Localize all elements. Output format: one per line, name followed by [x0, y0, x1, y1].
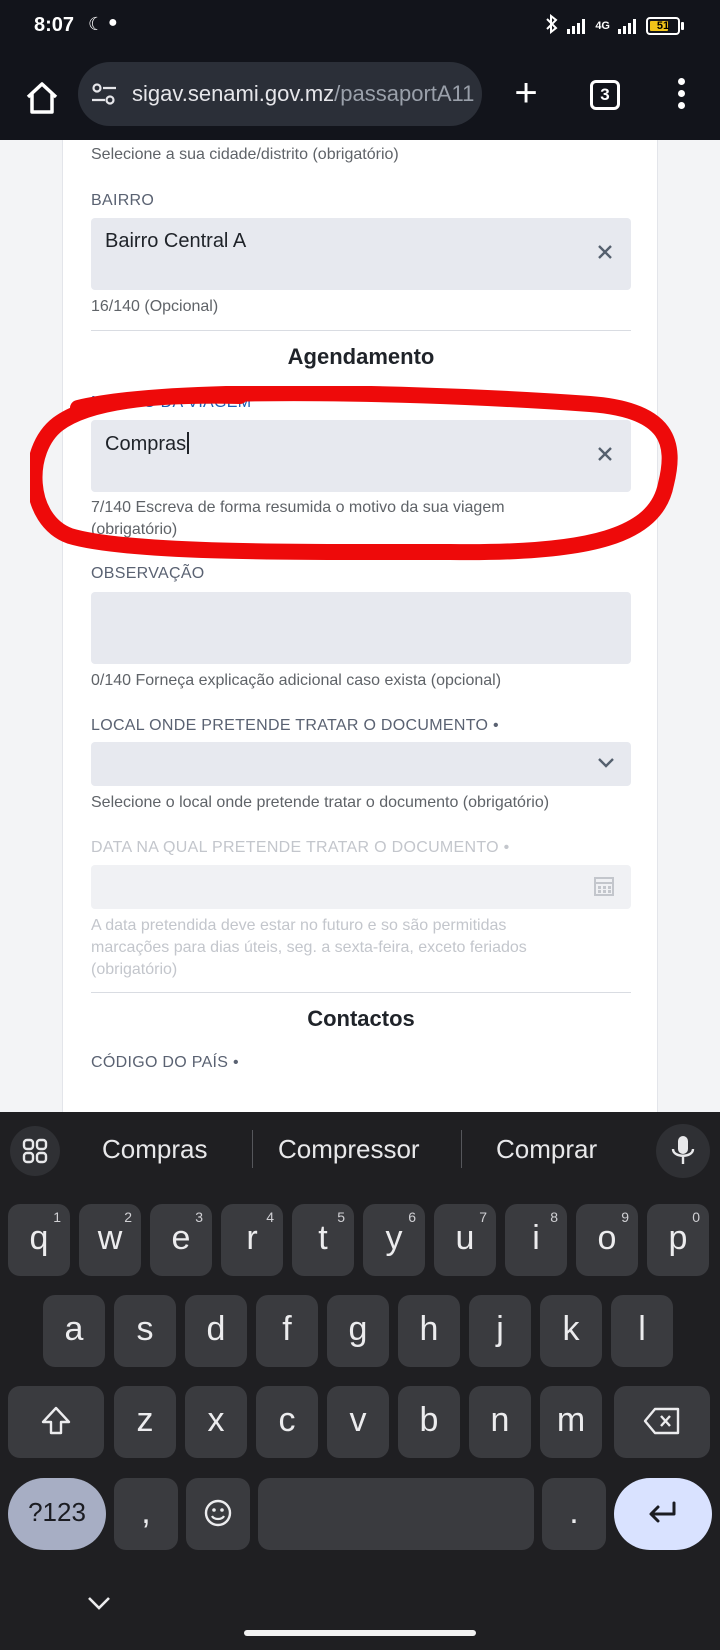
- more-menu-icon[interactable]: [672, 78, 690, 112]
- bairro-value: Bairro Central A: [105, 230, 247, 252]
- key-x[interactable]: x: [185, 1386, 247, 1458]
- clear-close-icon[interactable]: [595, 444, 615, 464]
- calendar-icon: [593, 875, 615, 897]
- data-helper-2: marcações para dias úteis, seg. a sexta-…: [91, 939, 527, 956]
- section-title-contactos: Contactos: [307, 1006, 415, 1031]
- hide-keyboard-chevron-down-icon[interactable]: [86, 1594, 112, 1612]
- suggestion-strip: Compras Compressor Comprar: [0, 1112, 720, 1188]
- browser-toolbar: sigav.senami.gov.mz/passaportA11 + 3: [0, 56, 720, 140]
- navigation-bar: [0, 1574, 720, 1650]
- status-bar: 8:07 ☾ ● 4G 51: [0, 0, 720, 56]
- divider: [91, 992, 631, 993]
- emoji-key[interactable]: [186, 1478, 250, 1550]
- network-type: 4G: [595, 19, 610, 32]
- section-title-agendamento: Agendamento: [287, 344, 435, 369]
- web-page: Selecione a sua cidade/distrito (obrigat…: [0, 140, 720, 1112]
- key-a[interactable]: a: [43, 1295, 105, 1367]
- backspace-key[interactable]: [614, 1386, 710, 1458]
- suggestion-3[interactable]: Comprar: [496, 1134, 597, 1165]
- bairro-input[interactable]: Bairro Central A: [91, 218, 631, 290]
- key-k[interactable]: k: [540, 1295, 602, 1367]
- observacao-label: OBSERVAÇÃO: [91, 565, 205, 582]
- key-i[interactable]: i8: [505, 1204, 567, 1276]
- local-label: LOCAL ONDE PRETENDE TRATAR O DOCUMENTO •: [91, 717, 499, 734]
- motivo-value: Compras: [105, 432, 190, 456]
- key-t[interactable]: t5: [292, 1204, 354, 1276]
- space-key[interactable]: [258, 1478, 534, 1550]
- battery-level: 51: [656, 19, 670, 32]
- city-helper: Selecione a sua cidade/distrito (obrigat…: [91, 146, 399, 163]
- data-helper-3: (obrigatório): [91, 961, 178, 978]
- date-picker[interactable]: [91, 865, 631, 909]
- enter-key[interactable]: [614, 1478, 712, 1550]
- key-w[interactable]: w2: [79, 1204, 141, 1276]
- signal-icon-2: [618, 18, 638, 34]
- key-s[interactable]: s: [114, 1295, 176, 1367]
- chevron-down-icon: [597, 756, 615, 770]
- key-z[interactable]: z: [114, 1386, 176, 1458]
- observacao-input[interactable]: [91, 592, 631, 664]
- new-tab-plus-icon[interactable]: +: [508, 73, 544, 113]
- signal-icon: [567, 18, 587, 34]
- motivo-helper: 7/140 Escreva de forma resumida o motivo…: [91, 499, 505, 516]
- key-h[interactable]: h: [398, 1295, 460, 1367]
- key-d[interactable]: d: [185, 1295, 247, 1367]
- key-e[interactable]: e3: [150, 1204, 212, 1276]
- symbols-key[interactable]: ?123: [8, 1478, 106, 1550]
- key-b[interactable]: b: [398, 1386, 460, 1458]
- battery-icon: 51: [646, 16, 684, 35]
- key-g[interactable]: g: [327, 1295, 389, 1367]
- observacao-helper: 0/140 Forneça explicação adicional caso …: [91, 672, 502, 689]
- suggestion-1[interactable]: Compras: [102, 1134, 207, 1165]
- bairro-helper: 16/140 (Opcional): [91, 298, 219, 315]
- home-icon[interactable]: [22, 78, 62, 118]
- period-key[interactable]: .: [542, 1478, 606, 1550]
- key-j[interactable]: j: [469, 1295, 531, 1367]
- dnd-moon-icon: ☾: [88, 14, 105, 34]
- motivo-label: MOTIVO DA VIAGEM: [91, 394, 252, 411]
- key-o[interactable]: o9: [576, 1204, 638, 1276]
- site-settings-icon[interactable]: [90, 80, 118, 108]
- key-m[interactable]: m: [540, 1386, 602, 1458]
- motivo-input[interactable]: Compras: [91, 420, 631, 492]
- microphone-icon[interactable]: [656, 1124, 710, 1178]
- bairro-label: BAIRRO: [91, 192, 155, 209]
- shift-key[interactable]: [8, 1386, 104, 1458]
- address-bar[interactable]: sigav.senami.gov.mz/passaportA11: [78, 62, 482, 126]
- clear-close-icon[interactable]: [595, 242, 615, 262]
- key-r[interactable]: r4: [221, 1204, 283, 1276]
- key-q[interactable]: q1: [8, 1204, 70, 1276]
- local-select[interactable]: [91, 742, 631, 786]
- comma-key[interactable]: ,: [114, 1478, 178, 1550]
- url-path: /passaportA11: [334, 81, 475, 106]
- key-c[interactable]: c: [256, 1386, 318, 1458]
- key-p[interactable]: p0: [647, 1204, 709, 1276]
- key-v[interactable]: v: [327, 1386, 389, 1458]
- data-label: DATA NA QUAL PRETENDE TRATAR O DOCUMENTO…: [91, 839, 510, 856]
- suggestion-2[interactable]: Compressor: [278, 1134, 420, 1165]
- tab-switcher-button[interactable]: 3: [590, 80, 620, 110]
- codigo-label: CÓDIGO DO PAÍS •: [91, 1054, 239, 1071]
- keyboard-apps-grid-icon[interactable]: [10, 1126, 60, 1176]
- key-y[interactable]: y6: [363, 1204, 425, 1276]
- key-n[interactable]: n: [469, 1386, 531, 1458]
- divider: [91, 330, 631, 331]
- key-l[interactable]: l: [611, 1295, 673, 1367]
- key-u[interactable]: u7: [434, 1204, 496, 1276]
- key-f[interactable]: f: [256, 1295, 318, 1367]
- status-icons: 4G 51: [545, 13, 684, 37]
- chat-notification-icon: ●: [108, 14, 118, 31]
- bluetooth-icon: [545, 13, 559, 37]
- motivo-helper-required: (obrigatório): [91, 521, 178, 538]
- local-helper: Selecione o local onde pretende tratar o…: [91, 794, 550, 811]
- status-time: 8:07: [34, 14, 75, 36]
- url-domain: sigav.senami.gov.mz: [132, 81, 335, 106]
- home-gesture-pill[interactable]: [244, 1630, 476, 1636]
- text-cursor: [187, 432, 190, 454]
- on-screen-keyboard: Compras Compressor Comprar ?123 , . q1w2…: [0, 1112, 720, 1650]
- form-card: Selecione a sua cidade/distrito (obrigat…: [62, 140, 658, 1112]
- data-helper-1: A data pretendida deve estar no futuro e…: [91, 917, 507, 934]
